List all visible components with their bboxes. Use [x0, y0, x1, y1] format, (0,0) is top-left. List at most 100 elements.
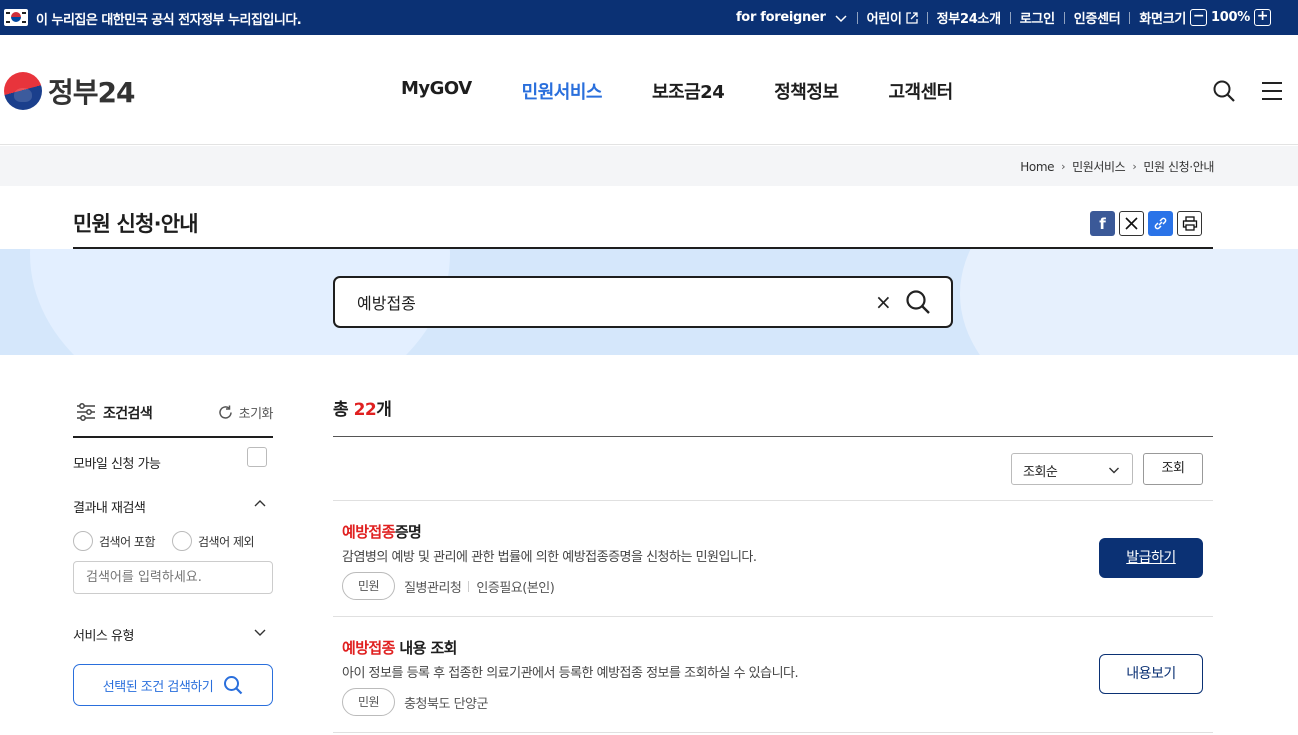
sort-value: 조회순 [1023, 465, 1058, 480]
zoom-label: 화면크기 [1139, 12, 1187, 27]
item-title[interactable]: 예방접종증명 [342, 521, 422, 542]
item-tag: 민원 [342, 572, 396, 600]
chevron-right-icon: › [1132, 160, 1137, 173]
for-foreigner-link[interactable]: for foreigner [727, 10, 857, 25]
service-type-row[interactable]: 서비스 유형 [73, 625, 273, 644]
kids-label: 어린이 [866, 12, 902, 27]
results-total: 총 22개 [333, 395, 1213, 420]
breadcrumb-civil-service[interactable]: 민원서비스 [1072, 158, 1126, 175]
nav-policy-info[interactable]: 정책정보 [774, 78, 839, 104]
item-title-rest: 증명 [394, 523, 422, 541]
breadcrumb-current: 민원 신청·안내 [1143, 160, 1214, 174]
research-row[interactable]: 결과내 재검색 [73, 497, 273, 516]
item-auth: 인증필요(본인) [476, 580, 555, 596]
logo-text: 정부24 [48, 76, 135, 109]
nav-subsidy24[interactable]: 보조금24 [652, 78, 725, 104]
cert-center-link[interactable]: 인증센터 [1065, 8, 1130, 27]
nav-customer-center[interactable]: 고객센터 [888, 78, 953, 104]
issue-button[interactable]: 발급하기 [1099, 538, 1203, 578]
mobile-filter-checkbox[interactable] [247, 447, 267, 467]
chevron-right-icon: › [1061, 160, 1066, 173]
results-divider [333, 436, 1213, 437]
reset-label: 초기화 [238, 407, 274, 422]
item-agency: 충청북도 단양군 [404, 696, 488, 712]
total-suffix: 개 [376, 400, 392, 420]
chevron-up-icon [254, 500, 266, 507]
include-label: 검색어 포함 [99, 534, 156, 549]
item-title-highlight: 예방접종 [342, 523, 395, 541]
item-meta: 민원 충청북도 단양군 [342, 688, 488, 716]
chevron-down-icon [254, 629, 266, 636]
korea-flag-icon [4, 9, 28, 26]
item-title-highlight: 예방접종 [342, 639, 395, 657]
include-radio[interactable] [73, 531, 93, 551]
nav-civil-service[interactable]: 민원서비스 [522, 78, 603, 104]
filter-sidebar: 조건검색 초기화 모바일 신청 가능 결과내 재검색 검색어 포함 검색어 제외… [73, 395, 274, 706]
mobile-filter-label: 모바일 신청 가능 [73, 457, 161, 472]
item-description: 아이 정보를 등록 후 접종한 의료기관에서 등록한 예방접종 정보를 조회하실… [342, 666, 799, 681]
login-link[interactable]: 로그인 [1011, 8, 1064, 27]
page-title: 민원 신청·안내 [73, 212, 199, 236]
view-details-button[interactable]: 내용보기 [1099, 654, 1203, 694]
about-link[interactable]: 정부24소개 [928, 8, 1010, 27]
item-agency: 질병관리청 [404, 580, 462, 596]
login-label: 로그인 [1019, 12, 1055, 27]
list-item: 예방접종 내용 조회 아이 정보를 등록 후 접종한 의료기관에서 등록한 예방… [333, 617, 1213, 733]
search-box: × [333, 276, 953, 328]
sort-select[interactable]: 조회순 [1011, 453, 1133, 485]
mobile-filter-row: 모바일 신청 가능 [73, 447, 273, 472]
site-logo[interactable]: 정부24 [4, 71, 135, 111]
breadcrumb-bar: Home › 민원서비스 › 민원 신청·안내 [0, 146, 1298, 186]
filter-title: 조건검색 [103, 406, 153, 422]
zoom-in-button[interactable]: + [1254, 9, 1271, 26]
print-icon[interactable] [1177, 211, 1202, 236]
search-input[interactable] [357, 291, 857, 313]
link-icon[interactable] [1148, 211, 1173, 236]
clear-search-button[interactable]: × [875, 290, 892, 314]
x-icon[interactable] [1119, 211, 1144, 236]
item-title[interactable]: 예방접종 내용 조회 [342, 637, 457, 658]
nav-mygov[interactable]: MyGOV [401, 78, 472, 104]
sort-apply-button[interactable]: 조회 [1143, 453, 1203, 485]
search-mode-radios: 검색어 포함 검색어 제외 [73, 531, 255, 551]
share-toolbar: f [1090, 211, 1202, 236]
about-label: 정부24소개 [936, 12, 1001, 27]
cert-center-label: 인증센터 [1073, 12, 1121, 27]
total-count: 22 [353, 400, 377, 420]
service-type-label: 서비스 유형 [73, 629, 134, 644]
main-nav: MyGOV 민원서비스 보조금24 정책정보 고객센터 [401, 78, 1003, 104]
zoom-control: 화면크기 − 100% + [1130, 8, 1284, 27]
chevron-down-icon [1109, 467, 1119, 474]
breadcrumb: Home › 민원서비스 › 민원 신청·안내 [1020, 158, 1214, 175]
search-icon[interactable] [905, 289, 931, 315]
chevron-down-icon [835, 14, 847, 22]
apply-filter-label: 선택된 조건 검색하기 [102, 679, 214, 695]
facebook-icon[interactable]: f [1090, 211, 1115, 236]
item-title-rest: 내용 조회 [394, 639, 457, 657]
search-icon[interactable] [1212, 79, 1236, 103]
research-label: 결과내 재검색 [73, 501, 146, 516]
results-panel: 총 22개 조회순 조회 예방접종증명 감염병의 예방 및 관리에 관한 법률에… [333, 395, 1213, 733]
for-foreigner-label: for foreigner [735, 10, 826, 25]
exclude-radio[interactable] [172, 531, 193, 551]
search-icon [224, 676, 243, 695]
hamburger-menu-icon[interactable] [1260, 79, 1284, 103]
kids-link[interactable]: 어린이 [858, 8, 927, 27]
breadcrumb-home[interactable]: Home [1020, 160, 1054, 174]
item-description: 감염병의 예방 및 관리에 관한 법률에 의한 예방접종증명을 신청하는 민원입… [342, 550, 757, 565]
reset-button[interactable]: 초기화 [217, 403, 274, 422]
item-tag: 민원 [342, 688, 396, 716]
divider [468, 580, 470, 592]
gov-notice-text[interactable]: 이 누리집은 대한민국 공식 전자정부 누리집입니다. [36, 9, 302, 28]
zoom-out-button[interactable]: − [1190, 9, 1208, 26]
filter-header: 조건검색 초기화 [73, 395, 274, 438]
research-input[interactable] [73, 561, 273, 594]
taegeuk-logo-icon [4, 72, 42, 110]
site-header: 정부24 MyGOV 민원서비스 보조금24 정책정보 고객센터 [0, 35, 1298, 145]
filter-sliders-icon [77, 403, 95, 421]
exclude-label: 검색어 제외 [198, 534, 255, 549]
zoom-value: 100% [1211, 10, 1250, 25]
refresh-icon [218, 405, 232, 419]
external-link-icon [905, 11, 918, 24]
apply-filter-button[interactable]: 선택된 조건 검색하기 [73, 664, 273, 706]
